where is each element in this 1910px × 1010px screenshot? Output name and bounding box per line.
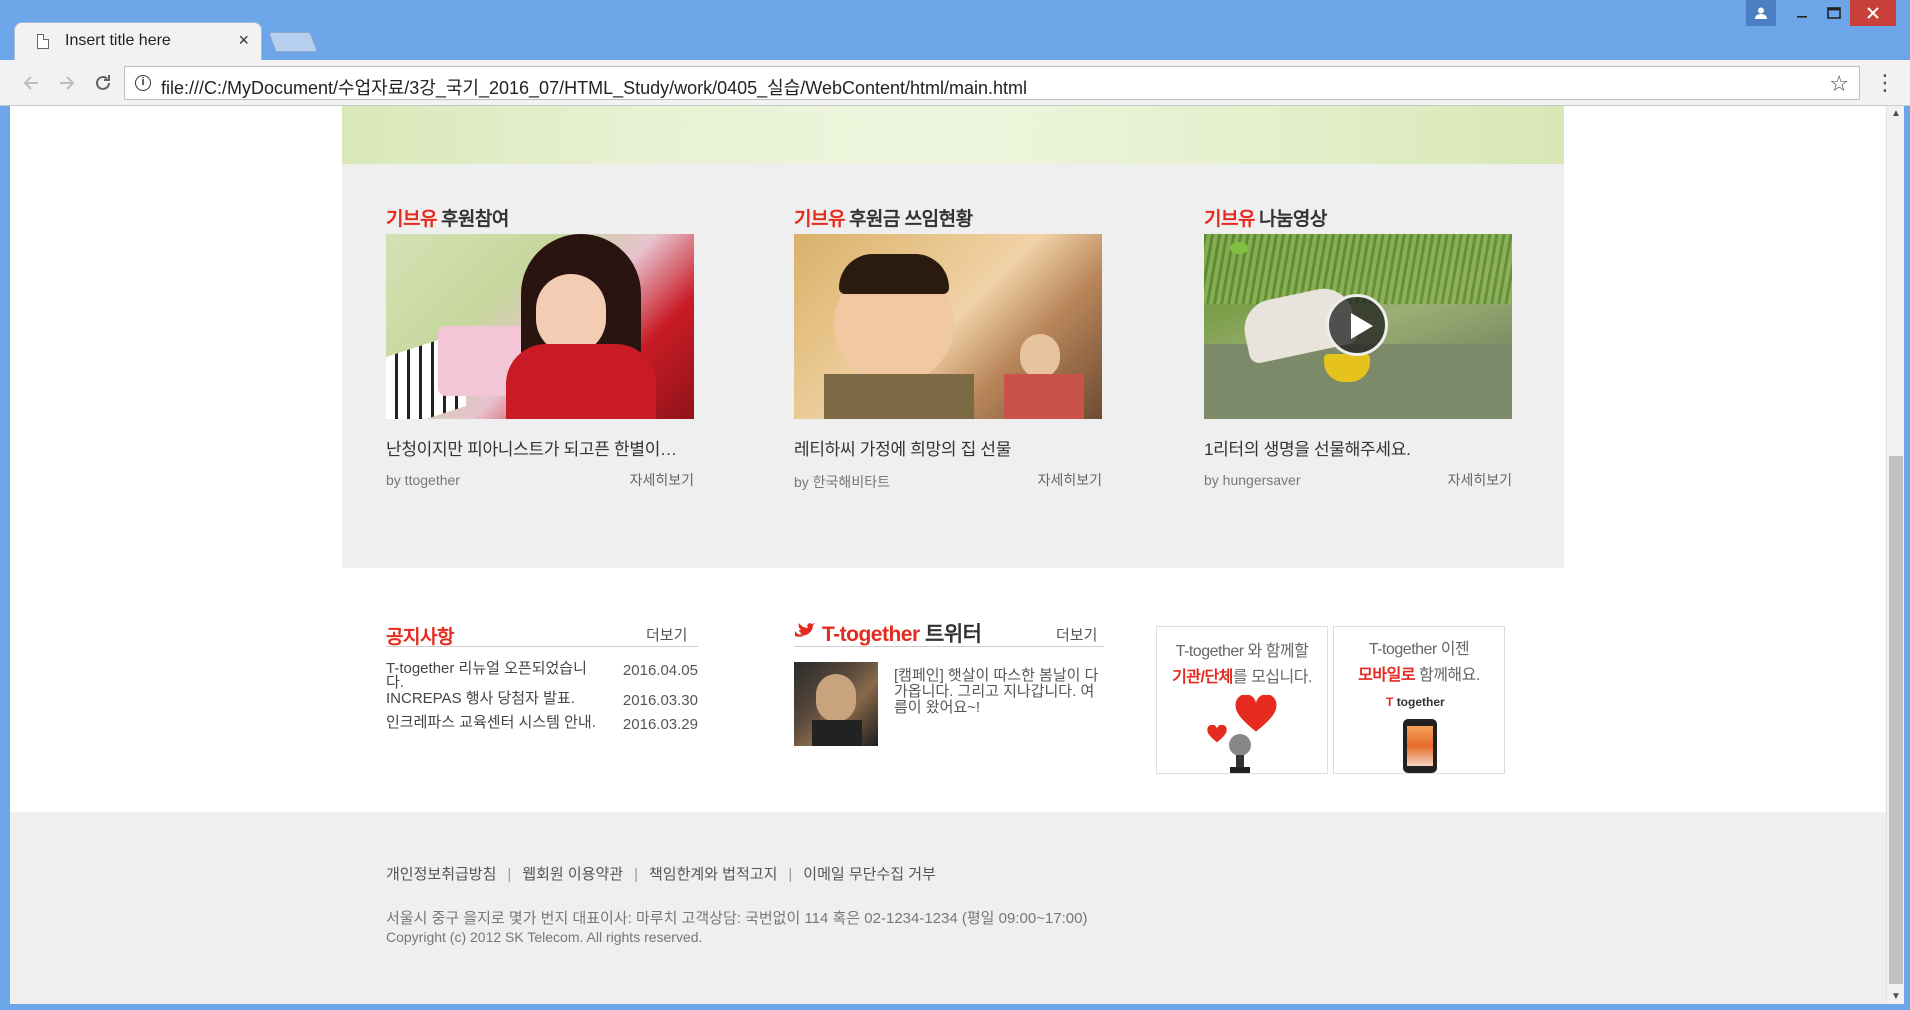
footer-link-terms[interactable]: 웹회원 이용약관 (522, 866, 623, 883)
card-title: 기브유 후원참여 (386, 209, 509, 230)
notice-title: 공지사항 (386, 627, 454, 648)
card-author: by hungersaver (1204, 472, 1301, 488)
card-usage: 기브유 후원금 쓰임현황 레티하씨 가정에 희망의 집 선물 by 한국해비타트 … (794, 204, 1102, 490)
info-icon[interactable]: i (135, 75, 151, 91)
close-window-button[interactable] (1850, 0, 1896, 26)
address-bar[interactable]: i file:///C:/MyDocument/수업자료/3강_국기_2016_… (124, 66, 1860, 100)
twitter-divider (794, 646, 1104, 647)
notice-more-link[interactable]: 더보기 (646, 624, 687, 645)
smiling-child-image[interactable] (794, 234, 1102, 419)
twitter-title: T-together 트위터 (822, 623, 982, 646)
tweet-text[interactable]: [캠페인] 햇살이 따스한 봄날이 다가옵니다. 그리고 지나갑니다. 여름이 … (894, 668, 1104, 716)
notice-item[interactable]: INCREPAS 행사 당첨자 발표. 2016.03.30 (386, 691, 698, 708)
footer-links: 개인정보취급방침 | 웹회원 이용약관 | 책임한계와 법적고지 | 이메일 무단수집 거부 (386, 866, 936, 883)
page-icon (37, 34, 49, 49)
top-banner-strip (342, 106, 1564, 164)
window-border (0, 1004, 1910, 1010)
browser-toolbar: i file:///C:/MyDocument/수업자료/3강_국기_2016_… (0, 60, 1910, 106)
mobile-banner[interactable]: T-together 이젠 모바일로 함께해요. T together (1333, 626, 1505, 774)
card-text[interactable]: 1리터의 생명을 선물해주세요. (1204, 435, 1512, 460)
reload-icon[interactable] (90, 70, 116, 96)
close-tab-icon[interactable]: × (238, 30, 249, 51)
footer-link-privacy[interactable]: 개인정보취급방침 (386, 866, 496, 883)
microphone-icon (1229, 734, 1251, 773)
forward-arrow-icon[interactable] (54, 70, 80, 96)
notice-item[interactable]: T-together 리뉴얼 오픈되었습니다. 2016.04.05 (386, 661, 698, 690)
page-viewport: 기브유 후원참여 난청이지만 피아니스트가 되고픈 한별이… by ttogeth… (10, 106, 1886, 1004)
card-meta: by hungersaver 자세히보기 (1204, 472, 1512, 490)
recruit-banner[interactable]: T-together 와 함께할 기관/단체를 모십니다. (1156, 626, 1328, 774)
twitter-bird-icon (795, 623, 815, 637)
girl-face (536, 274, 606, 354)
card-more-link[interactable]: 자세히보기 (1038, 470, 1102, 490)
card-meta: by ttogether 자세히보기 (386, 472, 694, 490)
red-jacket (506, 344, 656, 419)
card-title: 기브유 나눔영상 (1204, 209, 1327, 230)
footer-address: 서울시 중구 을지로 몇가 번지 대표이사: 마루치 고객상담: 국번없이 11… (386, 910, 1088, 927)
browser-tab[interactable]: Insert title here × (14, 22, 262, 60)
together-logo: T together (1386, 695, 1445, 709)
browser-menu-icon[interactable]: ⋮ (1874, 70, 1896, 96)
card-more-link[interactable]: 자세히보기 (630, 470, 694, 490)
child-hair (839, 254, 949, 294)
card-meta: by 한국해비타트 자세히보기 (794, 472, 1102, 490)
scroll-down-arrow-icon[interactable]: ▼ (1887, 991, 1905, 1002)
woman-shirt (1004, 374, 1084, 419)
child-shirt (824, 374, 974, 419)
user-icon[interactable] (1746, 0, 1776, 26)
notice-item[interactable]: 인크레파스 교육센터 시스템 안내. 2016.03.29 (386, 715, 698, 732)
notice-divider (386, 646, 698, 647)
card-more-link[interactable]: 자세히보기 (1448, 470, 1512, 490)
minimize-button[interactable] (1786, 0, 1818, 26)
footer-link-email-policy[interactable]: 이메일 무단수집 거부 (803, 866, 936, 883)
girl-piano-image[interactable] (386, 234, 694, 419)
smartphone-icon (1403, 719, 1437, 773)
heart-icon (1235, 695, 1277, 732)
scroll-thumb[interactable] (1889, 456, 1903, 984)
logo-leaf-icon (1230, 242, 1248, 254)
footer-copyright: Copyright (c) 2012 SK Telecom. All right… (386, 929, 703, 945)
woman-face (1020, 334, 1060, 378)
bookmark-star-icon[interactable]: ☆ (1829, 71, 1849, 97)
card-author: by 한국해비타트 (794, 474, 890, 490)
card-author: by ttogether (386, 472, 460, 488)
browser-titlebar: Insert title here × (0, 0, 1910, 60)
card-text[interactable]: 난청이지만 피아니스트가 되고픈 한별이… (386, 435, 694, 460)
scroll-up-arrow-icon[interactable]: ▲ (1887, 108, 1905, 119)
twitter-more-link[interactable]: 더보기 (1056, 624, 1097, 645)
card-text[interactable]: 레티하씨 가정에 희망의 집 선물 (794, 435, 1102, 460)
new-tab-button[interactable] (268, 32, 318, 52)
boy-water-video-thumbnail[interactable] (1204, 234, 1512, 419)
site-footer: 개인정보취급방침 | 웹회원 이용약관 | 책임한계와 법적고지 | 이메일 무단수집 거부… (10, 812, 1886, 1004)
twitter-avatar[interactable] (794, 662, 878, 746)
play-icon[interactable] (1326, 294, 1388, 356)
card-title: 기브유 후원금 쓰임현황 (794, 209, 973, 230)
card-video: 기브유 나눔영상 1리터의 생명을 선물해주세요. by hungersaver … (1204, 204, 1512, 490)
url-text: file:///C:/MyDocument/수업자료/3강_국기_2016_07… (161, 78, 1028, 98)
tab-title: Insert title here (65, 32, 171, 49)
vertical-scrollbar[interactable]: ▲ ▼ (1886, 106, 1904, 1004)
back-arrow-icon[interactable] (18, 70, 44, 96)
maximize-button[interactable] (1818, 0, 1850, 26)
card-donation: 기브유 후원참여 난청이지만 피아니스트가 되고픈 한별이… by ttogeth… (386, 204, 694, 490)
footer-link-legal[interactable]: 책임한계와 법적고지 (649, 866, 777, 883)
